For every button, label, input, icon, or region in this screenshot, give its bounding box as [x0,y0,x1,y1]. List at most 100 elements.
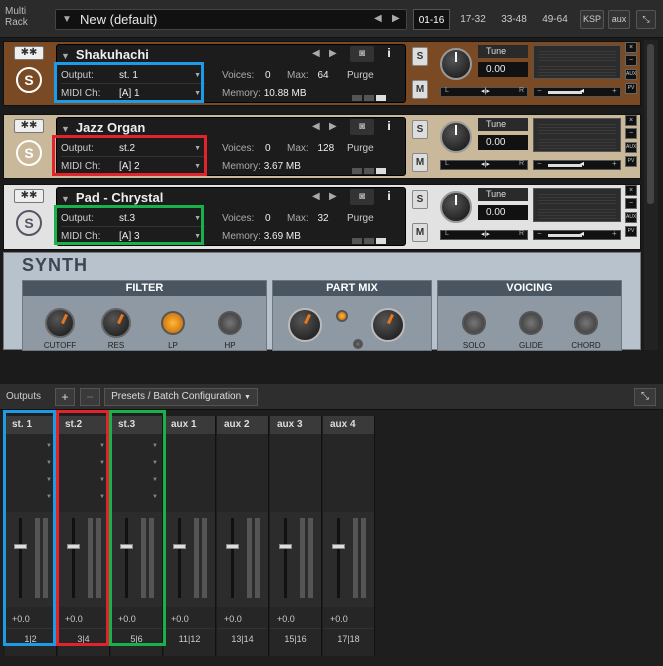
tune-value[interactable]: 0.00 [478,62,528,77]
purge-menu[interactable]: Purge [347,210,374,227]
lp-button[interactable] [161,311,185,335]
channel-fader[interactable] [164,512,215,607]
fader-handle[interactable] [279,544,292,549]
camera-icon[interactable]: ◙ [350,189,374,205]
channel-name[interactable]: aux 1 [164,416,215,434]
close-icon[interactable]: × [625,42,637,53]
add-output-button[interactable]: + [55,388,75,406]
glide-button[interactable] [519,311,543,335]
channel-name[interactable]: aux 4 [323,416,374,434]
pan-slider[interactable]: L ◂|▸ R [440,160,528,170]
next-instrument-icon[interactable]: ▶ [329,191,337,202]
channel-io[interactable]: 15|16 [270,634,321,644]
info-icon[interactable]: i [380,46,398,62]
camera-icon[interactable]: ◙ [350,46,374,62]
pv-toggle[interactable]: PV [625,156,637,167]
next-preset-icon[interactable]: ▶ [392,13,400,24]
range-tab-2[interactable]: 17-32 [454,9,492,30]
fader-handle[interactable] [226,544,239,549]
aux-toggle[interactable]: AUX [625,142,637,153]
prev-instrument-icon[interactable]: ◀ [312,48,320,59]
range-tab-1[interactable]: 01-16 [413,9,450,30]
collapse-arrow-icon[interactable]: ▼ [61,124,70,134]
volume-knob[interactable] [440,121,472,153]
solo-button[interactable]: S [412,47,428,66]
minimize-icon[interactable]: − [625,128,637,139]
hp-button[interactable] [218,311,242,335]
camera-icon[interactable]: ◙ [350,119,374,135]
volume-knob[interactable] [440,48,472,80]
next-instrument-icon[interactable]: ▶ [329,48,337,59]
solo-button[interactable]: S [412,120,428,139]
purge-menu[interactable]: Purge [347,140,374,157]
multi-preset-selector[interactable]: ▼ New (default) ◀ ▶ [55,9,407,30]
channel-io[interactable]: 11|12 [164,634,215,644]
presets-batch-dropdown[interactable]: Presets / Batch Configuration ▼ [104,388,258,406]
channel-io[interactable]: 13|14 [217,634,268,644]
channel-dropdowns[interactable] [164,438,215,508]
volume-slider[interactable]: − ◂ + [533,86,621,97]
range-tab-4[interactable]: 49-64 [536,9,574,30]
minimize-icon[interactable]: − [625,198,637,209]
purge-menu[interactable]: Purge [347,67,374,84]
tune-value[interactable]: 0.00 [478,205,528,220]
pan-slider[interactable]: L ◂|▸ R [440,230,528,240]
part-mix-link-icon[interactable] [353,339,363,349]
info-icon[interactable]: i [380,119,398,135]
instrument-name[interactable]: Shakuhachi [76,47,149,62]
part-mix-knob-b[interactable] [371,308,405,342]
next-instrument-icon[interactable]: ▶ [329,121,337,132]
close-icon[interactable]: × [625,185,637,196]
chord-button[interactable] [574,311,598,335]
gear-icon[interactable]: ✱✱ [14,189,44,203]
tune-value[interactable]: 0.00 [478,135,528,150]
aux-toggle[interactable]: AUX [625,69,637,80]
fader-handle[interactable] [332,544,345,549]
mute-button[interactable]: M [412,223,428,242]
info-icon[interactable]: i [380,189,398,205]
channel-io[interactable]: 17|18 [323,634,374,644]
range-tab-3[interactable]: 33-48 [495,9,533,30]
pv-toggle[interactable]: PV [625,226,637,237]
channel-dropdowns[interactable] [323,438,374,508]
channel-fader[interactable] [323,512,374,607]
prev-instrument-icon[interactable]: ◀ [312,121,320,132]
collapse-arrow-icon[interactable]: ▼ [61,194,70,204]
collapse-icon[interactable]: ⤡ [636,10,656,29]
instrument-name[interactable]: Pad - Chrystal [76,190,163,205]
volume-slider[interactable]: − ◂ + [533,229,621,240]
solo-button[interactable]: S [412,190,428,209]
pv-toggle[interactable]: PV [625,83,637,94]
aux-toggle[interactable]: AUX [625,212,637,223]
max-voices[interactable]: Max: 32 [287,210,329,227]
cutoff-knob[interactable] [45,308,75,338]
solo-voice-button[interactable] [462,311,486,335]
instrument-name[interactable]: Jazz Organ [76,120,145,135]
collapse-arrow-icon[interactable]: ▼ [61,51,70,61]
prev-instrument-icon[interactable]: ◀ [312,191,320,202]
channel-fader[interactable] [270,512,321,607]
remove-output-button[interactable]: − [80,388,100,406]
volume-slider[interactable]: − ◂ + [533,159,621,170]
close-icon[interactable]: × [625,115,637,126]
res-knob[interactable] [101,308,131,338]
gear-icon[interactable]: ✱✱ [14,46,44,60]
ksp-button[interactable]: KSP [580,10,604,29]
rack-scrollbar[interactable] [644,40,658,350]
pan-slider[interactable]: L ◂|▸ R [440,87,528,97]
fader-handle[interactable] [173,544,186,549]
scrollbar-thumb[interactable] [647,44,654,204]
max-voices[interactable]: Max: 64 [287,67,329,84]
part-mix-knob-a[interactable] [288,308,322,342]
volume-knob[interactable] [440,191,472,223]
max-voices[interactable]: Max: 128 [287,140,334,157]
prev-preset-icon[interactable]: ◀ [374,13,382,24]
minimize-icon[interactable]: − [625,55,637,66]
channel-fader[interactable] [217,512,268,607]
aux-button[interactable]: aux [608,10,630,29]
expand-icon[interactable]: ⤡ [634,388,656,406]
channel-dropdowns[interactable] [270,438,321,508]
channel-dropdowns[interactable] [217,438,268,508]
gear-icon[interactable]: ✱✱ [14,119,44,133]
channel-name[interactable]: aux 2 [217,416,268,434]
